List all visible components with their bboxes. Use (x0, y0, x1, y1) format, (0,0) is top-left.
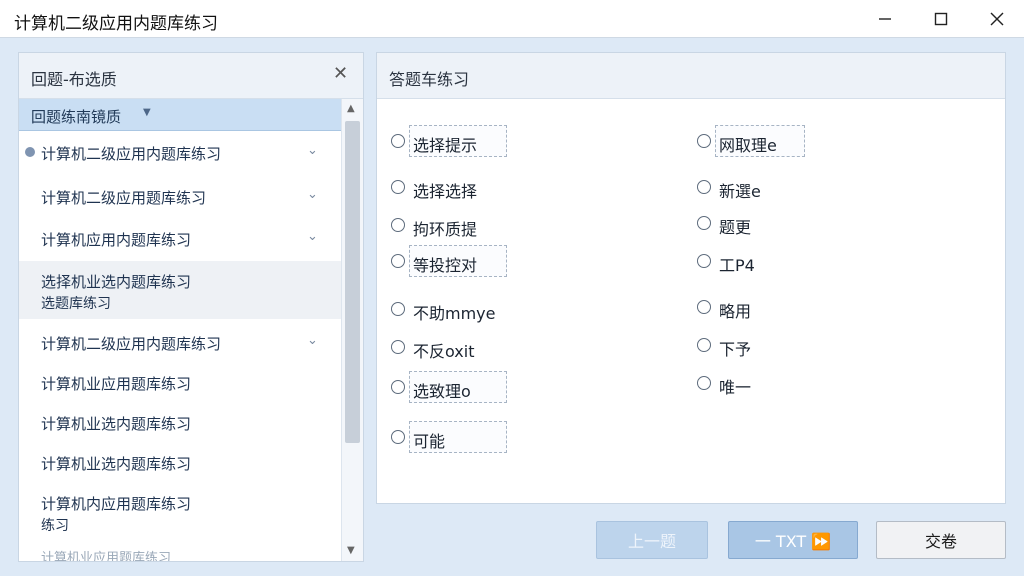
radio-button[interactable] (391, 302, 405, 316)
next-question-button[interactable]: 一 TXT ⏩ (728, 521, 858, 559)
list-item-label: 计算机业应用题库练习 (41, 551, 172, 561)
option-label: 下予 (719, 340, 752, 359)
list-item-label: 计算机业应用题库练习 (41, 375, 192, 393)
submit-exam-button[interactable]: 交卷 (876, 521, 1006, 559)
panel-close-icon[interactable]: ✕ (333, 63, 348, 84)
option-label: 工P4 (719, 256, 755, 275)
answer-option[interactable]: 网取理e (697, 125, 809, 159)
option-label: 不助mmye (413, 304, 496, 323)
option-label: 新選e (719, 182, 761, 201)
title-bar: 计算机二级应用内题库练习 (0, 0, 1024, 38)
list-item[interactable]: 计算机业应用题库练习 (19, 373, 341, 399)
radio-button[interactable] (697, 216, 711, 230)
dropdown-label: 回题练南镜质 (31, 108, 122, 126)
scrollbar-thumb[interactable] (345, 121, 360, 443)
list-item[interactable]: 计算机业应用题库练习 (19, 547, 341, 561)
answer-option[interactable]: 略用 (697, 291, 809, 325)
window-title: 计算机二级应用内题库练习 (14, 14, 218, 34)
list-item-sublabel: 选题库练习 (41, 296, 111, 312)
answer-option[interactable]: 不助mmye (391, 293, 531, 327)
radio-button[interactable] (697, 300, 711, 314)
list-item[interactable]: 计算机二级应用内题库练习 ⌄ (19, 143, 341, 169)
answer-option[interactable]: 选择选择 (391, 171, 509, 205)
list-item[interactable]: 计算机业选内题库练习 (19, 413, 341, 439)
scroll-down-icon[interactable]: ▼ (347, 545, 355, 556)
caret-down-icon: ▼ (143, 107, 151, 118)
answer-option[interactable]: 唯一 (697, 367, 809, 401)
list-item-label: 计算机二级应用题库练习 (41, 189, 207, 207)
answer-option[interactable]: 不反oxit (391, 331, 531, 365)
answer-option[interactable]: 选择提示 (391, 125, 509, 159)
list-item-label: 计算机二级应用内题库练习 (41, 145, 222, 163)
answer-panel: 答题车练习 选择提示 选择选择 拘环质提 等投控对 不助mmye 不反oxit … (376, 52, 1006, 504)
list-item-label: 选择机业选内题库练习 (41, 273, 192, 291)
scroll-up-icon[interactable]: ▲ (347, 103, 355, 114)
option-label: 不反oxit (413, 342, 475, 361)
radio-button[interactable] (697, 180, 711, 194)
list-item-selected[interactable]: 选择机业选内题库练习 选题库练习 (19, 261, 341, 319)
question-list-panel: 回题-布选质 ✕ 回题练南镜质 ▼ 计算机二级应用内题库练习 ⌄ 计算机二级应用… (18, 52, 364, 562)
list-item-label: 计算机业选内题库练习 (41, 415, 192, 433)
answer-option[interactable]: 等投控对 (391, 245, 509, 279)
radio-button[interactable] (391, 218, 405, 232)
option-label: 选择提示 (413, 136, 478, 155)
list-item[interactable]: 计算机二级应用内题库练习 ⌄ (19, 333, 341, 359)
right-panel-title: 答题车练习 (389, 70, 470, 89)
option-label: 题更 (719, 218, 752, 237)
chevron-down-icon[interactable]: ⌄ (307, 229, 318, 244)
radio-button[interactable] (697, 338, 711, 352)
option-label: 选择选择 (413, 182, 478, 201)
radio-button[interactable] (391, 180, 405, 194)
close-icon[interactable] (974, 0, 1020, 38)
left-panel-title: 回题-布选质 (31, 70, 117, 89)
option-label: 拘环质提 (413, 220, 478, 239)
radio-button[interactable] (391, 430, 405, 444)
option-label: 可能 (413, 432, 446, 451)
list-scrollbar[interactable]: ▲ ▼ (341, 99, 363, 561)
list-item-label: 计算机二级应用内题库练习 (41, 335, 222, 353)
list-item[interactable]: 计算机应用内题库练习 ⌄ (19, 229, 341, 255)
minimize-icon[interactable] (862, 0, 908, 38)
radio-button[interactable] (697, 254, 711, 268)
answer-option[interactable]: 工P4 (697, 245, 809, 279)
option-label: 等投控对 (413, 256, 478, 275)
chevron-down-icon[interactable]: ⌄ (307, 187, 318, 202)
list-item-sublabel: 练习 (41, 518, 69, 534)
answer-option[interactable]: 拘环质提 (391, 209, 509, 243)
question-list: 计算机二级应用内题库练习 ⌄ 计算机二级应用题库练习 ⌄ 计算机应用内题库练习 … (19, 133, 341, 561)
radio-button[interactable] (391, 340, 405, 354)
radio-button[interactable] (391, 134, 405, 148)
answer-option[interactable]: 下予 (697, 329, 809, 363)
list-item[interactable]: 计算机二级应用题库练习 ⌄ (19, 187, 341, 213)
option-label: 网取理e (719, 136, 777, 155)
list-item-label: 计算机内应用题库练习 (41, 495, 192, 513)
left-panel-header: 回题-布选质 ✕ (19, 53, 363, 99)
list-item-label: 计算机业选内题库练习 (41, 455, 192, 473)
answer-option[interactable]: 题更 (697, 207, 809, 241)
list-item[interactable]: 计算机业选内题库练习 (19, 453, 341, 479)
answer-option[interactable]: 选致理o (391, 371, 509, 405)
option-label: 选致理o (413, 382, 471, 401)
radio-button[interactable] (391, 254, 405, 268)
prev-question-button[interactable]: 上一题 (596, 521, 708, 559)
option-label: 唯一 (719, 378, 752, 397)
radio-button[interactable] (697, 376, 711, 390)
radio-button[interactable] (391, 380, 405, 394)
category-dropdown[interactable]: 回题练南镜质 ▼ (19, 99, 341, 131)
list-item-label: 计算机应用内题库练习 (41, 231, 192, 249)
chevron-down-icon[interactable]: ⌄ (307, 143, 318, 158)
list-item[interactable]: 计算机内应用题库练习 练习 (19, 493, 341, 541)
answer-option[interactable]: 可能 (391, 421, 509, 455)
radio-button[interactable] (697, 134, 711, 148)
right-panel-header: 答题车练习 (377, 53, 1005, 99)
maximize-icon[interactable] (918, 0, 964, 38)
chevron-down-icon[interactable]: ⌄ (307, 333, 318, 348)
status-dot-icon (25, 147, 35, 157)
answer-option[interactable]: 新選e (697, 171, 809, 205)
option-label: 略用 (719, 302, 752, 321)
